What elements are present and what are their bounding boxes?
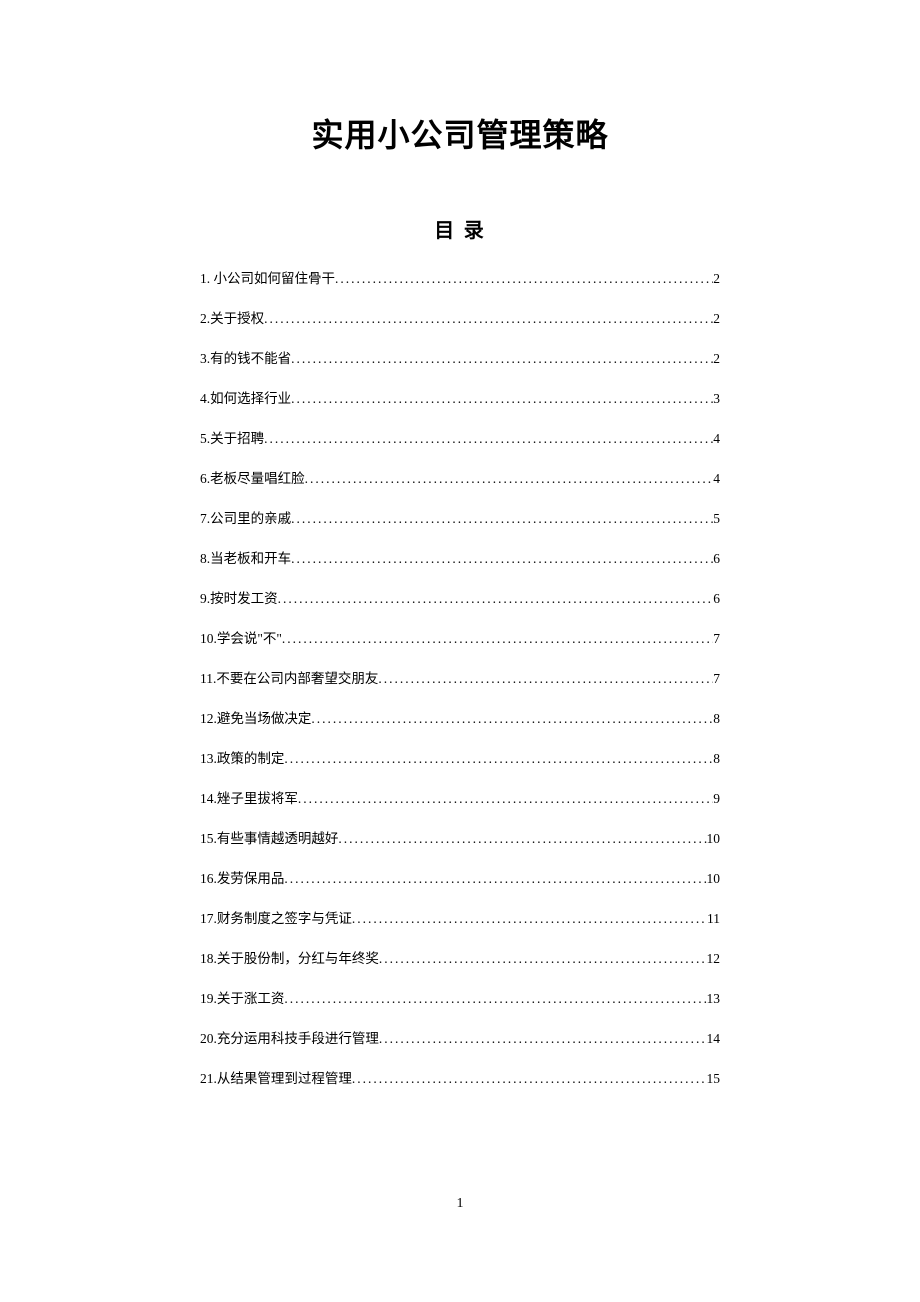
toc-item-label: 10.学会说"不"	[200, 627, 282, 647]
toc-item: 9.按时发工资 6	[200, 587, 720, 607]
toc-item-page: 4	[713, 431, 720, 447]
toc-dots	[379, 951, 707, 967]
toc-item: 3.有的钱不能省 2	[200, 347, 720, 367]
toc-item-label: 7.公司里的亲戚	[200, 507, 291, 527]
toc-item-label: 17.财务制度之签字与凭证	[200, 907, 352, 927]
toc-list: 1. 小公司如何留住骨干 2 2.关于授权 2 3.有的钱不能省 2 4.如何选…	[200, 267, 720, 1087]
toc-item-page: 10	[707, 831, 721, 847]
toc-item-label: 21.从结果管理到过程管理	[200, 1067, 352, 1087]
toc-dots	[298, 791, 713, 807]
toc-item: 21.从结果管理到过程管理 15	[200, 1067, 720, 1087]
toc-item: 8.当老板和开车 6	[200, 547, 720, 567]
toc-dots	[284, 871, 706, 887]
document-page: 实用小公司管理策略 目 录 1. 小公司如何留住骨干 2 2.关于授权 2 3.…	[0, 0, 920, 1087]
toc-item-page: 14	[707, 1031, 721, 1047]
toc-item-page: 11	[707, 911, 720, 927]
toc-item-page: 15	[707, 1071, 721, 1087]
toc-item-label: 6.老板尽量唱红脸	[200, 467, 305, 487]
toc-item-label: 2.关于授权	[200, 307, 264, 327]
toc-dots	[284, 751, 713, 767]
toc-item-label: 20.充分运用科技手段进行管理	[200, 1027, 379, 1047]
toc-item-page: 2	[713, 311, 720, 327]
toc-dots	[338, 831, 706, 847]
toc-item-label: 5.关于招聘	[200, 427, 264, 447]
toc-item-page: 4	[713, 471, 720, 487]
toc-dots	[291, 511, 713, 527]
toc-item-label: 19.关于涨工资	[200, 987, 284, 1007]
document-title: 实用小公司管理策略	[200, 110, 720, 156]
toc-dots	[291, 391, 713, 407]
toc-dots	[284, 991, 706, 1007]
toc-item: 14.矬子里拔将军 9	[200, 787, 720, 807]
toc-item-label: 4.如何选择行业	[200, 387, 291, 407]
toc-item: 15.有些事情越透明越好 10	[200, 827, 720, 847]
toc-item: 17.财务制度之签字与凭证 11	[200, 907, 720, 927]
toc-dots	[379, 1031, 707, 1047]
toc-item-page: 7	[713, 631, 720, 647]
toc-dots	[264, 311, 713, 327]
toc-item: 18.关于股份制，分红与年终奖 12	[200, 947, 720, 967]
toc-item-label: 13.政策的制定	[200, 747, 284, 767]
toc-item-label: 18.关于股份制，分红与年终奖	[200, 947, 379, 967]
toc-item: 20.充分运用科技手段进行管理 14	[200, 1027, 720, 1047]
toc-item: 13.政策的制定 8	[200, 747, 720, 767]
toc-item-page: 6	[713, 551, 720, 567]
toc-item: 4.如何选择行业 3	[200, 387, 720, 407]
toc-item: 1. 小公司如何留住骨干 2	[200, 267, 720, 287]
toc-item: 10.学会说"不" 7	[200, 627, 720, 647]
toc-item-page: 12	[707, 951, 721, 967]
toc-item-label: 11.不要在公司内部奢望交朋友	[200, 667, 378, 687]
toc-dots	[335, 271, 713, 287]
toc-item: 11.不要在公司内部奢望交朋友 7	[200, 667, 720, 687]
toc-item-page: 10	[707, 871, 721, 887]
toc-dots	[264, 431, 713, 447]
toc-item: 6.老板尽量唱红脸 4	[200, 467, 720, 487]
toc-item-label: 16.发劳保用品	[200, 867, 284, 887]
toc-item-label: 9.按时发工资	[200, 587, 278, 607]
toc-dots	[282, 631, 713, 647]
toc-dots	[311, 711, 713, 727]
toc-dots	[291, 551, 713, 567]
toc-item: 7.公司里的亲戚 5	[200, 507, 720, 527]
page-number: 1	[0, 1196, 920, 1212]
toc-dots	[352, 911, 707, 927]
toc-item-page: 8	[713, 711, 720, 727]
toc-item-page: 6	[713, 591, 720, 607]
toc-item-label: 1. 小公司如何留住骨干	[200, 267, 335, 287]
toc-dots	[278, 591, 714, 607]
toc-item-page: 9	[713, 791, 720, 807]
toc-dots	[291, 351, 713, 367]
toc-item-label: 15.有些事情越透明越好	[200, 827, 338, 847]
toc-dots	[378, 671, 713, 687]
toc-heading: 目 录	[200, 214, 720, 243]
toc-item-page: 13	[707, 991, 721, 1007]
toc-item: 2.关于授权 2	[200, 307, 720, 327]
toc-item-page: 8	[713, 751, 720, 767]
toc-item: 16.发劳保用品 10	[200, 867, 720, 887]
toc-item-label: 14.矬子里拔将军	[200, 787, 298, 807]
toc-item-page: 3	[713, 391, 720, 407]
toc-dots	[352, 1071, 707, 1087]
toc-item-page: 7	[713, 671, 720, 687]
toc-item: 19.关于涨工资 13	[200, 987, 720, 1007]
toc-item-label: 12.避免当场做决定	[200, 707, 311, 727]
toc-item: 5.关于招聘 4	[200, 427, 720, 447]
toc-item-label: 3.有的钱不能省	[200, 347, 291, 367]
toc-item-page: 2	[713, 351, 720, 367]
toc-item: 12.避免当场做决定 8	[200, 707, 720, 727]
toc-item-label: 8.当老板和开车	[200, 547, 291, 567]
toc-item-page: 2	[713, 271, 720, 287]
toc-item-page: 5	[713, 511, 720, 527]
toc-dots	[305, 471, 714, 487]
